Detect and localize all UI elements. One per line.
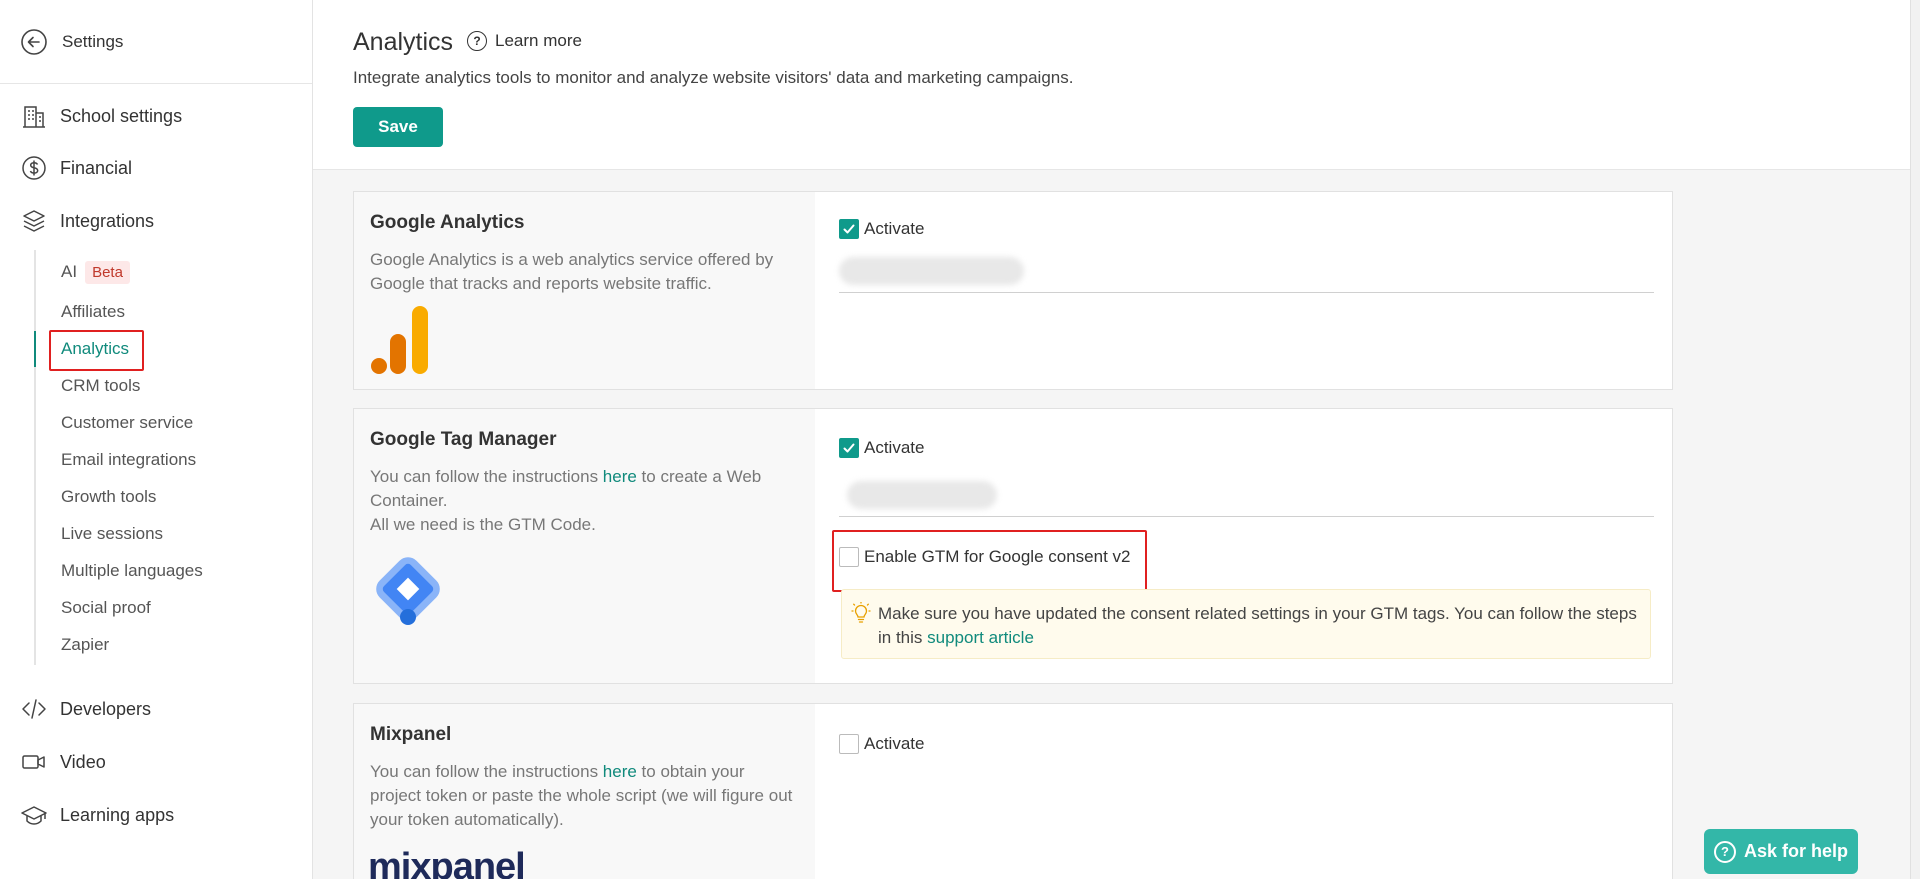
learn-more-link[interactable]: ? Learn more xyxy=(467,31,582,51)
activate-checkbox[interactable] xyxy=(839,734,859,754)
sidebar-subitem-social-proof[interactable]: Social proof xyxy=(61,594,151,622)
sidebar-item-integrations[interactable]: Integrations xyxy=(20,206,154,236)
page-description: Integrate analytics tools to monitor and… xyxy=(353,68,1074,87)
learn-more-label: Learn more xyxy=(495,31,582,50)
integration-description: You can follow the instructions here to … xyxy=(370,465,800,537)
page-header: Analytics ? Learn more Integrate analyti… xyxy=(313,0,1910,170)
integration-card-google-tag-manager: Google Tag Manager You can follow the in… xyxy=(353,408,1673,684)
consent-note-text: Make sure you have updated the consent r… xyxy=(878,602,1638,650)
ask-for-help-button[interactable]: ? Ask for help xyxy=(1704,829,1858,874)
sidebar-subitem-growth-tools[interactable]: Growth tools xyxy=(61,483,156,511)
question-icon: ? xyxy=(467,31,487,51)
integration-description: Google Analytics is a web analytics serv… xyxy=(370,250,774,293)
redacted-value xyxy=(839,257,1024,285)
redacted-value xyxy=(847,481,997,509)
sidebar-subitem-crm-tools[interactable]: CRM tools xyxy=(61,372,140,400)
sidebar-item-financial[interactable]: Financial xyxy=(20,153,132,183)
activate-toggle[interactable]: Activate xyxy=(839,438,924,458)
card-info-panel: Google Analytics Google Analytics is a w… xyxy=(354,192,815,389)
integration-description: You can follow the instructions here to … xyxy=(370,760,800,832)
sidebar-item-label: Developers xyxy=(60,698,152,719)
instructions-link[interactable]: here xyxy=(603,467,637,486)
submenu-active-indicator xyxy=(34,331,36,367)
sidebar-subitem-affiliates[interactable]: Affiliates xyxy=(61,298,125,326)
integration-name: Google Analytics xyxy=(370,212,525,233)
page-title: Analytics xyxy=(353,28,454,56)
sidebar-subitem-ai[interactable]: AI Beta xyxy=(61,258,130,286)
save-button[interactable]: Save xyxy=(353,107,443,147)
beta-badge: Beta xyxy=(85,260,130,284)
building-icon xyxy=(20,102,48,130)
description-text: All we need is the GTM Code. xyxy=(370,515,596,534)
help-label: Ask for help xyxy=(1744,841,1849,861)
layers-icon xyxy=(20,207,48,235)
description-text: You can follow the instructions xyxy=(370,467,603,486)
activate-label: Activate xyxy=(864,438,925,457)
video-icon xyxy=(20,748,48,776)
page-scrollbar[interactable] xyxy=(1910,0,1920,879)
lightbulb-icon xyxy=(851,601,871,629)
instructions-link[interactable]: here xyxy=(603,762,637,781)
highlight-box xyxy=(49,330,144,371)
sidebar-subitem-customer-service[interactable]: Customer service xyxy=(61,409,193,437)
question-icon: ? xyxy=(1714,840,1736,863)
card-info-panel: Mixpanel You can follow the instructions… xyxy=(354,704,815,879)
sidebar-item-label: Learning apps xyxy=(60,804,175,825)
mixpanel-logo: mixpanel xyxy=(368,846,526,879)
description-text: You can follow the instructions xyxy=(370,762,603,781)
sidebar-item-label: School settings xyxy=(60,105,183,126)
settings-back-link[interactable]: Settings xyxy=(62,32,123,52)
sidebar-item-learning-apps[interactable]: Learning apps xyxy=(20,800,174,830)
integration-card-mixpanel: Mixpanel You can follow the instructions… xyxy=(353,703,1673,879)
sidebar-subitem-email-integrations[interactable]: Email integrations xyxy=(61,446,196,474)
sidebar-item-school-settings[interactable]: School settings xyxy=(20,101,182,131)
integration-name: Google Tag Manager xyxy=(370,429,557,450)
sidebar-subitem-multiple-languages[interactable]: Multiple languages xyxy=(61,557,203,585)
sidebar-item-label: Financial xyxy=(60,157,133,178)
activate-label: Activate xyxy=(864,734,925,753)
activate-label: Activate xyxy=(864,219,925,238)
sidebar-item-video[interactable]: Video xyxy=(20,747,106,777)
dollar-icon xyxy=(20,154,48,182)
sidebar-subitem-zapier[interactable]: Zapier xyxy=(61,631,109,659)
google-analytics-logo-icon xyxy=(370,306,430,381)
sidebar: Settings School settings Financial Integ… xyxy=(0,0,313,879)
submenu-track xyxy=(34,250,36,665)
sidebar-item-developers[interactable]: Developers xyxy=(20,694,151,724)
support-article-link[interactable]: support article xyxy=(927,628,1034,647)
activate-checkbox[interactable] xyxy=(839,438,859,458)
graduation-cap-icon xyxy=(20,801,48,829)
sidebar-header: Settings xyxy=(0,0,312,84)
sidebar-subitem-label: AI xyxy=(61,262,78,281)
google-tag-manager-logo-icon xyxy=(368,549,448,634)
gtm-code-input[interactable] xyxy=(839,473,1654,517)
integration-name: Mixpanel xyxy=(370,724,452,745)
integration-card-google-analytics: Google Analytics Google Analytics is a w… xyxy=(353,191,1673,390)
code-icon xyxy=(20,695,48,723)
consent-info-note: Make sure you have updated the consent r… xyxy=(841,589,1651,659)
sidebar-item-label: Integrations xyxy=(60,210,155,231)
card-info-panel: Google Tag Manager You can follow the in… xyxy=(354,409,815,683)
sidebar-item-label: Video xyxy=(60,751,106,772)
sidebar-subitem-live-sessions[interactable]: Live sessions xyxy=(61,520,163,548)
tracking-id-input[interactable] xyxy=(839,249,1654,293)
activate-toggle[interactable]: Activate xyxy=(839,734,924,754)
back-arrow-icon[interactable] xyxy=(20,28,48,56)
activate-toggle[interactable]: Activate xyxy=(839,219,924,239)
activate-checkbox[interactable] xyxy=(839,219,859,239)
highlight-box xyxy=(832,530,1147,592)
